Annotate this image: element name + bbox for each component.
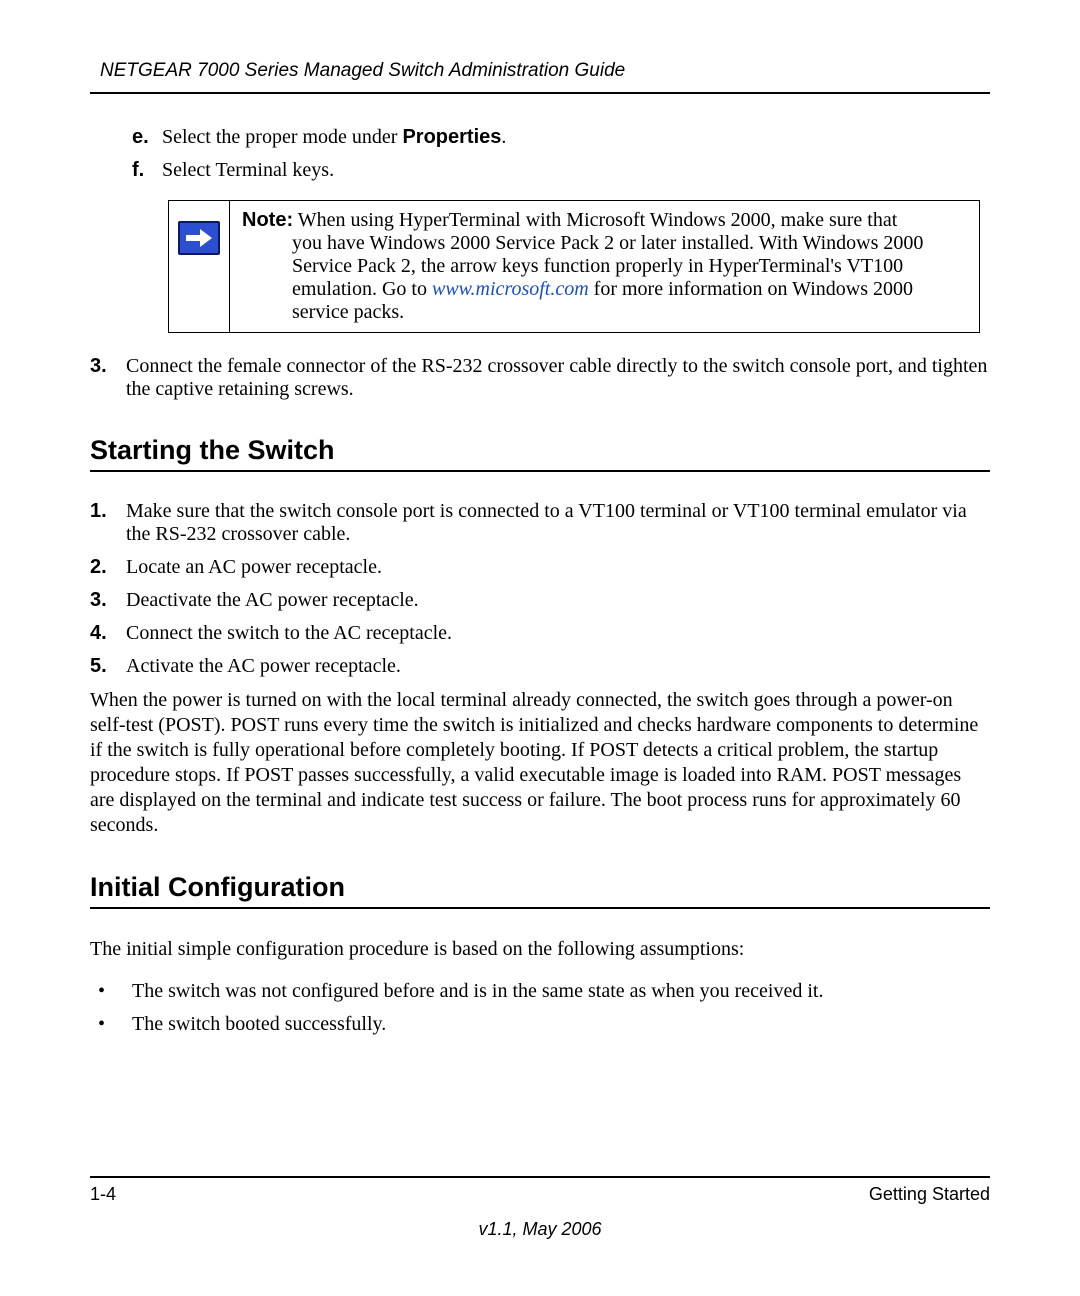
- list-marker: f.: [132, 159, 162, 182]
- page-number: 1-4: [90, 1184, 116, 1205]
- list-marker: 5.: [90, 655, 126, 678]
- note-icon-cell: [169, 201, 230, 333]
- list-item: 2. Locate an AC power receptacle.: [90, 556, 990, 579]
- list-item: f. Select Terminal keys.: [132, 159, 990, 182]
- body-paragraph: The initial simple configuration procedu…: [90, 937, 990, 962]
- list-marker: 3.: [90, 589, 126, 612]
- page: NETGEAR 7000 Series Managed Switch Admin…: [0, 0, 1080, 1296]
- note-body: you have Windows 2000 Service Pack 2 or …: [242, 232, 967, 324]
- list-item: 4. Connect the switch to the AC receptac…: [90, 622, 990, 645]
- list-text: The switch booted successfully.: [132, 1013, 386, 1036]
- body-paragraph: When the power is turned on with the loc…: [90, 688, 990, 838]
- list-text: Select Terminal keys.: [162, 159, 334, 182]
- list-item: • The switch booted successfully.: [94, 1013, 990, 1036]
- list-marker: 3.: [90, 355, 126, 401]
- running-header: NETGEAR 7000 Series Managed Switch Admin…: [90, 60, 990, 94]
- list-item: 1. Make sure that the switch console por…: [90, 500, 990, 546]
- section-heading: Initial Configuration: [90, 872, 990, 903]
- note-text: Note: When using HyperTerminal with Micr…: [230, 201, 980, 333]
- list-item: e. Select the proper mode under Properti…: [132, 126, 990, 149]
- list-text: Deactivate the AC power receptacle.: [126, 589, 419, 612]
- arrow-right-icon: [178, 221, 220, 255]
- list-marker: e.: [132, 126, 162, 149]
- section-rule: [90, 470, 990, 472]
- sub-step-list: e. Select the proper mode under Properti…: [90, 126, 990, 182]
- list-text: Connect the switch to the AC receptacle.: [126, 622, 452, 645]
- chapter-name: Getting Started: [869, 1184, 990, 1205]
- footer-rule: [90, 1176, 990, 1178]
- list-text: Make sure that the switch console port i…: [126, 500, 990, 546]
- list-item: • The switch was not configured before a…: [94, 980, 990, 1003]
- list-marker: 2.: [90, 556, 126, 579]
- list-item: 3. Connect the female connector of the R…: [90, 355, 990, 401]
- list-item: 5. Activate the AC power receptacle.: [90, 655, 990, 678]
- starting-switch-list: 1. Make sure that the switch console por…: [90, 500, 990, 678]
- section-rule: [90, 907, 990, 909]
- list-text: Activate the AC power receptacle.: [126, 655, 401, 678]
- list-text: Connect the female connector of the RS-2…: [126, 355, 990, 401]
- section-heading: Starting the Switch: [90, 435, 990, 466]
- note-label: Note:: [242, 209, 293, 231]
- assumptions-list: • The switch was not configured before a…: [90, 980, 990, 1036]
- page-footer: 1-4 Getting Started v1.1, May 2006: [90, 1176, 990, 1240]
- version-date: v1.1, May 2006: [90, 1219, 990, 1240]
- list-marker: 1.: [90, 500, 126, 546]
- bullet-icon: •: [94, 1013, 132, 1036]
- bullet-icon: •: [94, 980, 132, 1003]
- list-marker: 4.: [90, 622, 126, 645]
- note-box: Note: When using HyperTerminal with Micr…: [168, 200, 980, 333]
- note-link[interactable]: www.microsoft.com: [432, 278, 589, 300]
- list-text: The switch was not configured before and…: [132, 980, 823, 1003]
- list-item: 3. Deactivate the AC power receptacle.: [90, 589, 990, 612]
- list-text: Select the proper mode under Properties.: [162, 126, 506, 149]
- list-text: Locate an AC power receptacle.: [126, 556, 382, 579]
- outer-step-list: 3. Connect the female connector of the R…: [90, 355, 990, 401]
